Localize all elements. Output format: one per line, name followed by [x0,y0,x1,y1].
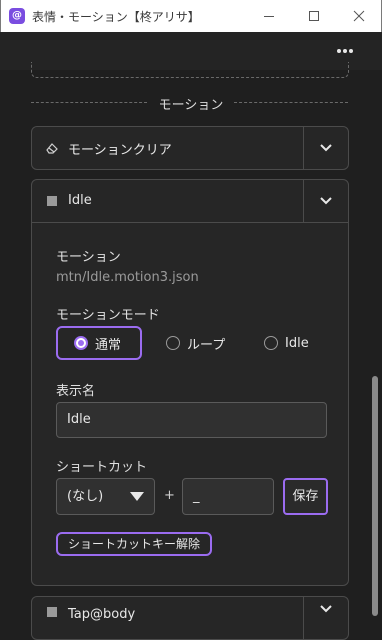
mode-radio-idle[interactable]: Idle [264,326,309,360]
motion-path: mtn/Idle.motion3.json [56,270,199,285]
radio-unselected-icon [166,336,180,350]
minimize-icon [264,16,274,17]
motion-clear-header[interactable]: モーションクリア [32,127,348,169]
motion-label: モーション [56,250,121,265]
expand-button[interactable] [303,597,348,639]
mode-radio-normal[interactable]: 通常 [56,326,142,360]
idle-card-title: Idle [68,193,92,208]
motion-card-idle: Idle モーション mtn/Idle.motion3.json モーションモー… [31,179,349,586]
display-name-input[interactable]: Idle [56,402,327,438]
clear-shortcut-button[interactable]: ショートカットキー解除 [56,532,212,556]
radio-unselected-icon [264,336,278,350]
close-button[interactable] [337,0,381,32]
motion-clear-title: モーションクリア [68,143,172,158]
mode-idle-label: Idle [285,335,309,351]
mode-loop-label: ループ [187,337,226,353]
drop-area[interactable] [31,62,349,78]
more-dot-icon [349,49,353,53]
chevron-down-icon [320,144,332,152]
more-dot-icon [343,49,347,53]
motion-square-icon [47,196,57,206]
modifier-value: (なし) [67,489,104,504]
tap-body-header[interactable]: Tap@body [32,597,348,639]
scrollbar-thumb[interactable] [372,376,378,616]
more-options-button[interactable] [336,44,354,58]
window-titlebar: @ 表情・モーション【柊アリサ】 [0,0,382,32]
mode-radio-loop[interactable]: ループ [166,326,225,360]
chevron-down-icon [320,605,332,613]
motion-card-tap-body[interactable]: Tap@body [31,596,349,640]
save-button[interactable]: 保存 [283,478,328,515]
maximize-icon [309,11,319,21]
idle-card-header[interactable]: Idle [32,180,348,223]
modifier-select[interactable]: (なし) [56,478,155,515]
motion-clear-card[interactable]: モーションクリア [31,126,349,170]
chevron-down-icon [320,197,332,205]
display-name-label: 表示名 [56,384,96,399]
section-divider-right [234,102,348,103]
eraser-icon [46,143,58,154]
motion-mode-label: モーションモード [56,308,160,323]
shortcut-label: ショートカット [56,460,148,475]
more-dot-icon [337,49,341,53]
expand-button[interactable] [303,127,348,169]
window-title: 表情・モーション【柊アリサ】 [32,10,200,24]
shortcut-key-input[interactable]: _ [182,478,274,515]
app-icon: @ [9,8,25,24]
close-icon [353,10,365,22]
section-title: モーション [158,98,224,113]
tap-body-title: Tap@body [68,607,136,622]
maximize-button[interactable] [292,0,336,32]
mode-normal-label: 通常 [95,337,122,353]
minimize-button[interactable] [247,0,291,32]
section-divider-left [31,102,147,103]
radio-selected-icon [74,336,88,350]
caret-down-icon [130,492,144,501]
plus-sign: + [164,488,175,503]
collapse-button[interactable] [303,180,348,222]
motion-mode-group: 通常 ループ Idle [56,326,336,362]
